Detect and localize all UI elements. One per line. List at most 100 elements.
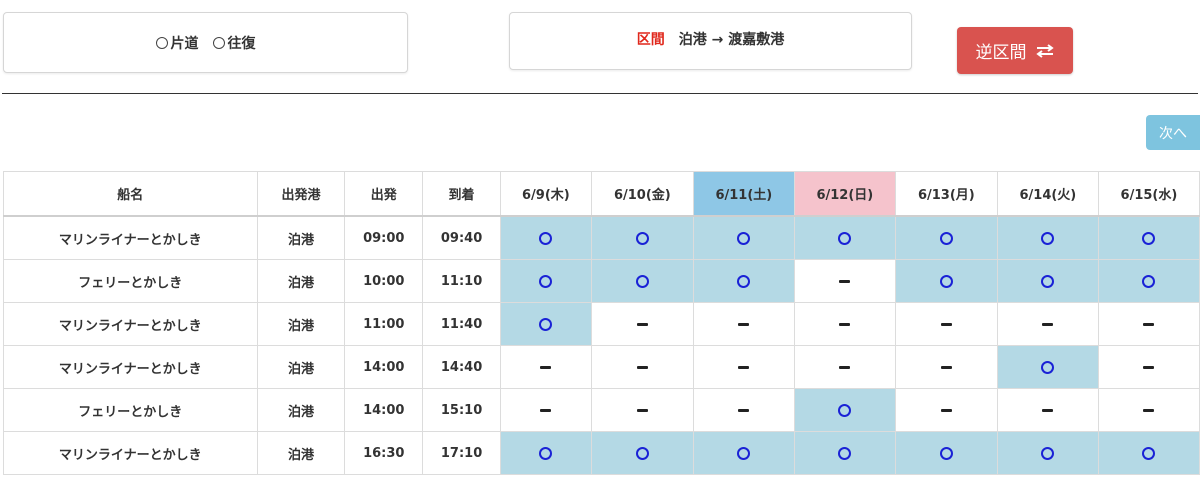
availability-cell-unavailable [692,388,795,432]
availability-cell-available[interactable] [996,345,1099,389]
header-date: 6/13(月) [894,171,998,217]
table-row: マリンライナーとかしき 泊港 16:30 17:10 [3,431,1200,475]
available-circle-icon[interactable] [635,274,649,288]
available-circle-icon[interactable] [939,274,953,288]
available-circle-icon[interactable] [838,446,852,460]
available-circle-icon[interactable] [1041,446,1055,460]
unavailable-dash-icon [738,322,750,326]
availability-cell-available[interactable] [692,259,795,303]
availability-cell-available[interactable] [499,215,592,260]
departure-port-cell: 泊港 [256,259,346,303]
ship-name-cell: マリンライナーとかしき [3,345,258,389]
header-departure-time: 出発 [344,171,424,217]
availability-cell-unavailable [1097,345,1200,389]
radio-button-icon[interactable] [155,36,168,49]
next-week-button[interactable]: 次へ [1146,115,1200,150]
availability-cell-available[interactable] [894,259,998,303]
table-row: マリンライナーとかしき 泊港 11:00 11:40 [3,302,1200,346]
available-circle-icon[interactable] [539,231,553,245]
departure-port-cell: 泊港 [256,302,346,346]
available-circle-icon[interactable] [1142,231,1156,245]
availability-cell-available[interactable] [590,215,694,260]
reverse-route-label: 逆区間 [975,43,1027,63]
availability-cell-unavailable [1097,302,1200,346]
available-circle-icon[interactable] [1142,446,1156,460]
available-circle-icon[interactable] [939,231,953,245]
departure-port-cell: 泊港 [256,345,346,389]
availability-cell-available[interactable] [692,431,795,475]
available-circle-icon[interactable] [838,403,852,417]
available-circle-icon[interactable] [539,274,553,288]
availability-cell-available[interactable] [590,259,694,303]
trip-option-oneway[interactable]: 片道 [155,33,199,53]
availability-cell-available[interactable] [1097,259,1200,303]
unavailable-dash-icon [1042,408,1054,412]
availability-cell-unavailable [793,345,896,389]
arrival-time-cell: 11:40 [422,302,501,346]
arrival-time-cell: 14:40 [422,345,501,389]
availability-cell-available[interactable] [590,431,694,475]
availability-cell-available[interactable] [793,388,896,432]
availability-cell-unavailable [894,345,998,389]
departure-time-cell: 14:00 [344,345,424,389]
availability-cell-available[interactable] [1097,215,1200,260]
trip-option-label: 往復 [227,35,256,52]
arrival-time-cell: 11:10 [422,259,501,303]
header-date: 6/15(水) [1097,171,1200,217]
table-row: フェリーとかしき 泊港 10:00 11:10 [3,259,1200,303]
radio-button-icon[interactable] [212,36,225,49]
route-value: 泊港 → 渡嘉敷港 [678,32,785,48]
availability-cell-available[interactable] [894,215,998,260]
availability-cell-unavailable [793,302,896,346]
unavailable-dash-icon [636,408,648,412]
schedule-table: 船名 出発港 出発 到着 6/9(木) 6/10(金) 6/11(土) 6/12… [3,171,1200,475]
available-circle-icon[interactable] [539,317,553,331]
available-circle-icon[interactable] [1142,274,1156,288]
availability-cell-available[interactable] [692,215,795,260]
available-circle-icon[interactable] [635,446,649,460]
available-circle-icon[interactable] [737,231,751,245]
trip-option-label: 片道 [170,35,199,52]
departure-port-cell: 泊港 [256,215,346,260]
availability-cell-unavailable [692,345,795,389]
unavailable-dash-icon [636,322,648,326]
available-circle-icon[interactable] [737,446,751,460]
header-date-today: 6/11(土) [692,171,795,217]
unavailable-dash-icon [738,408,750,412]
availability-cell-available[interactable] [499,431,592,475]
route-label: 区間 [636,32,665,48]
trip-option-roundtrip[interactable]: 往復 [212,33,256,53]
header-arrival-time: 到着 [422,171,501,217]
table-row: フェリーとかしき 泊港 14:00 15:10 [3,388,1200,432]
departure-time-cell: 11:00 [344,302,424,346]
availability-cell-available[interactable] [996,259,1099,303]
available-circle-icon[interactable] [539,446,553,460]
availability-cell-available[interactable] [499,302,592,346]
availability-cell-available[interactable] [793,215,896,260]
header-ship-name: 船名 [3,171,258,217]
unavailable-dash-icon [1143,365,1155,369]
availability-cell-available[interactable] [1097,431,1200,475]
availability-cell-unavailable [499,345,592,389]
availability-cell-available[interactable] [499,259,592,303]
unavailable-dash-icon [839,322,851,326]
available-circle-icon[interactable] [1041,360,1055,374]
availability-cell-available[interactable] [996,431,1099,475]
availability-cell-unavailable [894,388,998,432]
available-circle-icon[interactable] [737,274,751,288]
reverse-route-button[interactable]: 逆区間 [957,27,1073,74]
available-circle-icon[interactable] [1041,274,1055,288]
availability-cell-available[interactable] [894,431,998,475]
unavailable-dash-icon [940,408,952,412]
available-circle-icon[interactable] [939,446,953,460]
unavailable-dash-icon [839,365,851,369]
unavailable-dash-icon [1042,322,1054,326]
available-circle-icon[interactable] [1041,231,1055,245]
header-date: 6/9(木) [499,171,592,217]
header-departure-port: 出発港 [256,171,346,217]
availability-cell-unavailable [1097,388,1200,432]
available-circle-icon[interactable] [838,231,852,245]
available-circle-icon[interactable] [635,231,649,245]
availability-cell-available[interactable] [996,215,1099,260]
availability-cell-available[interactable] [793,431,896,475]
